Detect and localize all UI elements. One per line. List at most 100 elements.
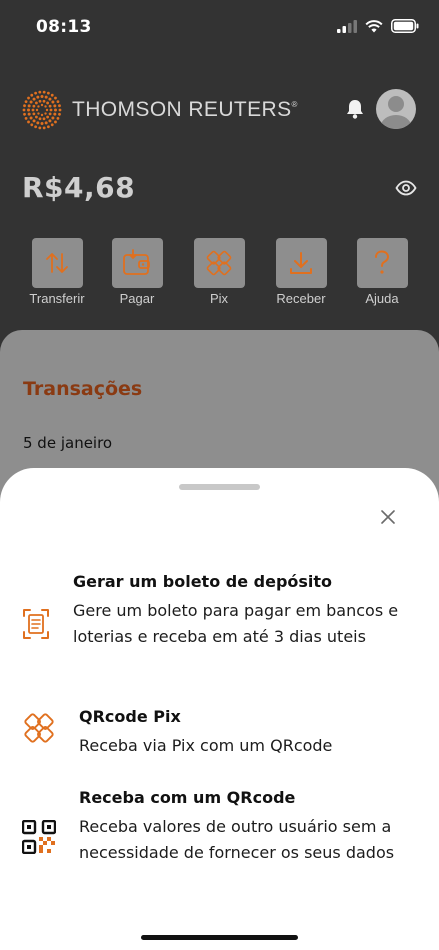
action-ajuda-box[interactable]	[356, 238, 408, 288]
logo-dot	[38, 117, 42, 121]
logo-dot	[54, 96, 57, 100]
logo-dot	[48, 112, 52, 116]
logo-dot	[35, 108, 39, 112]
transactions-title: Transações	[23, 378, 143, 400]
action-pix[interactable]: Pix	[178, 238, 260, 314]
logo-dot	[22, 108, 26, 112]
account-balance: R$4,68	[22, 171, 136, 204]
option-title: QRcode Pix	[79, 707, 181, 726]
action-label: Receber	[276, 291, 326, 306]
logo-dot	[27, 104, 31, 108]
reuters-dots-logo-icon	[22, 90, 62, 130]
logo-dot	[40, 113, 44, 117]
logo-dot	[56, 100, 60, 104]
logo-dot	[40, 95, 44, 98]
logo-dot	[32, 97, 36, 101]
logo-dot	[42, 99, 46, 103]
action-receber-box[interactable]	[275, 238, 327, 288]
action-ajuda[interactable]: Ajuda	[341, 238, 423, 314]
action-pagar-box[interactable]	[111, 238, 163, 288]
action-transferir-box[interactable]	[31, 238, 83, 288]
logo-dot	[31, 108, 35, 112]
logo-dot	[44, 112, 47, 115]
bell-icon[interactable]	[345, 98, 365, 120]
transfer-arrows-icon	[46, 253, 68, 273]
wifi-icon	[365, 19, 383, 32]
logo-dot	[51, 116, 55, 120]
logo-dot	[40, 103, 44, 107]
option-qrcode-pix[interactable]: QRcode Pix Receba via Pix com um QRcode	[0, 707, 439, 769]
option-receba-qrcode[interactable]: Receba com um QRcode Receba valores de o…	[0, 788, 439, 898]
home-indicator	[141, 935, 298, 940]
logo-dot	[53, 112, 57, 116]
logo-dot	[46, 115, 50, 119]
logo-dot	[42, 126, 46, 130]
logo-dot	[58, 108, 62, 112]
action-label: Ajuda	[365, 291, 399, 306]
logo-dot	[34, 101, 38, 105]
option-boleto[interactable]: Gerar um boleto de depósito Gere um bole…	[0, 572, 439, 682]
brand-logo: THOMSON REUTERS®	[22, 90, 298, 130]
quick-actions: Transferir Pagar Pix Receber Ajuda	[0, 238, 439, 318]
logo-dot	[27, 112, 31, 116]
logo-dot	[44, 105, 47, 108]
status-time: 08:13	[36, 17, 92, 37]
logo-dot	[54, 108, 57, 112]
logo-dot	[42, 117, 46, 121]
wallet-pay-icon	[123, 249, 150, 275]
logo-dot	[30, 93, 34, 97]
logo-dot	[45, 108, 49, 112]
pix-icon	[24, 713, 54, 743]
avatar[interactable]	[376, 89, 416, 129]
logo-dot	[56, 116, 60, 120]
logo-dot	[29, 100, 33, 104]
action-label: Pagar	[119, 291, 155, 306]
user-avatar-icon	[381, 96, 411, 129]
logo-dot	[29, 116, 33, 120]
logo-dot	[36, 121, 40, 125]
logo-dot	[38, 126, 42, 130]
action-pix-box[interactable]	[193, 238, 245, 288]
pix-icon	[206, 250, 232, 276]
logo-dot	[24, 100, 28, 104]
logo-dot	[27, 96, 30, 100]
sheet-drag-handle[interactable]	[179, 484, 260, 490]
logo-dot	[32, 104, 36, 108]
logo-dot	[38, 99, 42, 103]
action-label: Pix	[209, 291, 229, 306]
option-title: Receba com um QRcode	[79, 788, 296, 807]
logo-dot	[37, 105, 40, 108]
close-icon[interactable]	[378, 507, 398, 527]
status-icons	[337, 19, 419, 33]
logo-dot	[23, 104, 26, 108]
brand-name: THOMSON REUTERS®	[72, 98, 298, 121]
signal-icon	[337, 19, 357, 33]
screen: 08:13 THOMSON REUTERS® R$4,68 Transferir…	[0, 0, 439, 950]
download-receive-icon	[290, 252, 312, 274]
action-label: Transferir	[29, 291, 85, 306]
logo-dot	[46, 125, 50, 129]
logo-dot	[58, 112, 61, 116]
logo-dot	[54, 120, 57, 124]
logo-dot	[58, 104, 61, 108]
eye-visibility-icon[interactable]	[395, 180, 417, 196]
receive-options-sheet: Gerar um boleto de depósito Gere um bole…	[0, 468, 439, 950]
option-title: Gerar um boleto de depósito	[73, 572, 333, 591]
logo-dot	[32, 119, 36, 123]
logo-dot	[27, 120, 30, 124]
status-bar: 08:13	[0, 0, 439, 56]
logo-dot	[50, 123, 54, 127]
logo-dot	[32, 112, 36, 116]
logo-dot	[34, 115, 38, 119]
logo-dot	[48, 104, 52, 108]
logo-dot	[37, 112, 40, 115]
logo-dot	[38, 90, 42, 94]
action-receber[interactable]: Receber	[260, 238, 342, 314]
logo-dot	[44, 121, 48, 125]
action-transferir[interactable]: Transferir	[16, 238, 98, 314]
logo-dot	[42, 90, 46, 94]
logo-dot	[46, 91, 50, 95]
action-pagar[interactable]: Pagar	[96, 238, 178, 314]
logo-dot	[51, 100, 55, 104]
logo-dot	[27, 108, 30, 112]
